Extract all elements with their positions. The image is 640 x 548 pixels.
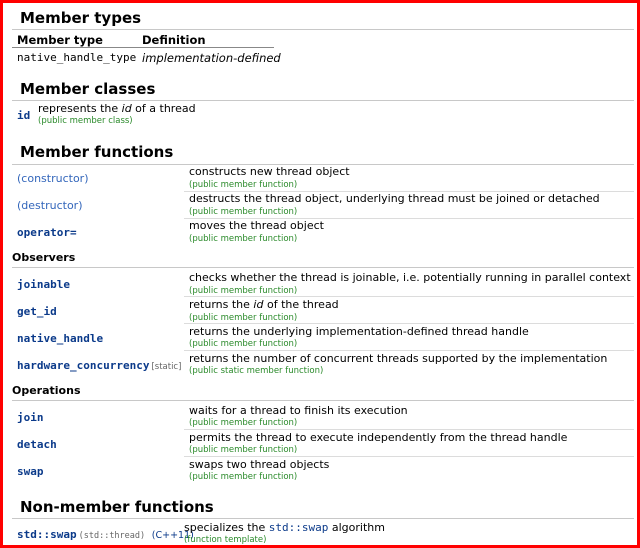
joinable-note: (public member function) [189,286,298,296]
row-divider [184,296,634,297]
std-swap-link[interactable]: std::swap (std::thread) (C++11) [17,528,194,543]
member-functions-heading: Member functions [20,143,174,161]
constructor-note: (public member function) [189,180,298,190]
swap-desc: swaps two thread objects [189,458,330,471]
constructor-link[interactable]: (constructor) [17,172,88,186]
row-divider [184,429,634,430]
operations-label: Operations [12,384,81,397]
detach-link[interactable]: detach [17,438,57,452]
std-swap-note: (function template) [184,535,267,545]
heading-rule [12,518,634,519]
heading-rule [12,29,634,30]
get-id-note: (public member function) [189,313,298,323]
get-id-desc: returns the id of the thread [189,298,339,311]
detach-note: (public member function) [189,445,298,455]
operator-assign-desc: moves the thread object [189,219,324,232]
row-divider [184,350,634,351]
native-handle-note: (public member function) [189,339,298,349]
operator-assign-link[interactable]: operator= [17,226,77,240]
joinable-link[interactable]: joinable [17,278,70,292]
member-types-heading: Member types [20,9,142,27]
destructor-link[interactable]: (destructor) [17,199,82,213]
heading-rule [12,100,634,101]
section-rule [12,267,634,268]
hardware-concurrency-note: (public static member function) [189,366,324,376]
joinable-desc: checks whether the thread is joinable, i… [189,271,631,284]
std-swap-desc: specializes the std::swap algorithm [184,521,385,534]
std-swap-paren: (std::thread) [78,531,146,541]
row-divider [184,456,634,457]
get-id-link[interactable]: get_id [17,305,57,319]
col-member-type: Member type [17,33,103,47]
swap-note: (public member function) [189,472,298,482]
hardware-concurrency-link[interactable]: hardware_concurrency [static] [17,359,181,374]
member-classes-heading: Member classes [20,80,156,98]
non-member-functions-heading: Non-member functions [20,498,214,516]
operator-assign-note: (public member function) [189,234,298,244]
native-handle-link[interactable]: native_handle [17,332,103,346]
constructor-desc: constructs new thread object [189,165,350,178]
observers-label: Observers [12,251,76,264]
join-desc: waits for a thread to finish its executi… [189,404,408,417]
join-note: (public member function) [189,418,298,428]
swap-link[interactable]: swap [17,465,44,479]
native-handle-type-cell: native_handle_type [17,51,137,64]
row-divider [184,323,634,324]
destructor-note: (public member function) [189,207,298,217]
id-description: represents the id of a thread [38,102,196,115]
detach-desc: permits the thread to execute independen… [189,431,568,444]
static-tag: [static] [151,362,182,372]
hardware-concurrency-desc: returns the number of concurrent threads… [189,352,608,365]
std-swap-code[interactable]: std::swap [269,521,329,534]
join-link[interactable]: join [17,411,44,425]
col-definition: Definition [142,33,206,47]
id-note: (public member class) [38,116,133,126]
section-rule [12,400,634,401]
implementation-defined-cell: implementation-defined [142,51,281,65]
table-header-rule [12,47,274,48]
native-handle-desc: returns the underlying implementation-de… [189,325,529,338]
destructor-desc: destructs the thread object, underlying … [189,192,600,205]
id-link[interactable]: id [17,109,30,123]
